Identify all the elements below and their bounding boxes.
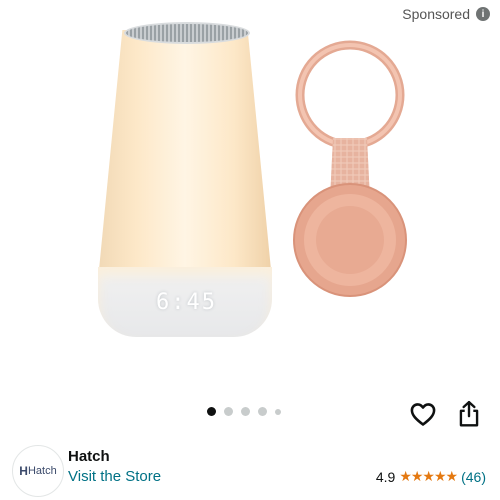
clock-display: 6:45 bbox=[156, 290, 217, 315]
logo-h-mark: H bbox=[19, 464, 28, 478]
share-icon[interactable] bbox=[456, 400, 482, 428]
carousel-dot[interactable] bbox=[241, 407, 250, 416]
store-row: H Hatch Hatch Visit the Store 4.9 ★★★★★ … bbox=[0, 438, 500, 500]
remote-button-center bbox=[316, 206, 384, 274]
review-count-link[interactable]: (46) bbox=[461, 469, 486, 485]
visit-store-link[interactable]: Visit the Store bbox=[68, 468, 161, 485]
rating-score: 4.9 bbox=[375, 468, 396, 485]
carousel-dot[interactable] bbox=[224, 407, 233, 416]
lamp-glow-shade bbox=[98, 30, 272, 280]
rating-summary[interactable]: 4.9 ★★★★★ (46) bbox=[376, 468, 486, 485]
carousel-dot[interactable] bbox=[258, 407, 267, 416]
speaker-grille bbox=[124, 22, 250, 44]
carousel-dot[interactable] bbox=[275, 408, 281, 415]
store-logo[interactable]: H Hatch bbox=[12, 445, 64, 497]
star-rating-icons: ★★★★★ bbox=[399, 468, 458, 484]
remote-keychain-image bbox=[293, 40, 407, 297]
heart-icon[interactable] bbox=[409, 400, 437, 428]
sound-machine-lamp-image: 6:45 bbox=[90, 22, 280, 337]
brand-name: Hatch bbox=[68, 448, 110, 465]
carousel-dot[interactable] bbox=[207, 407, 216, 416]
product-image[interactable]: 6:45 bbox=[0, 0, 500, 395]
image-carousel-dots[interactable] bbox=[207, 407, 281, 416]
logo-text: Hatch bbox=[27, 465, 57, 477]
